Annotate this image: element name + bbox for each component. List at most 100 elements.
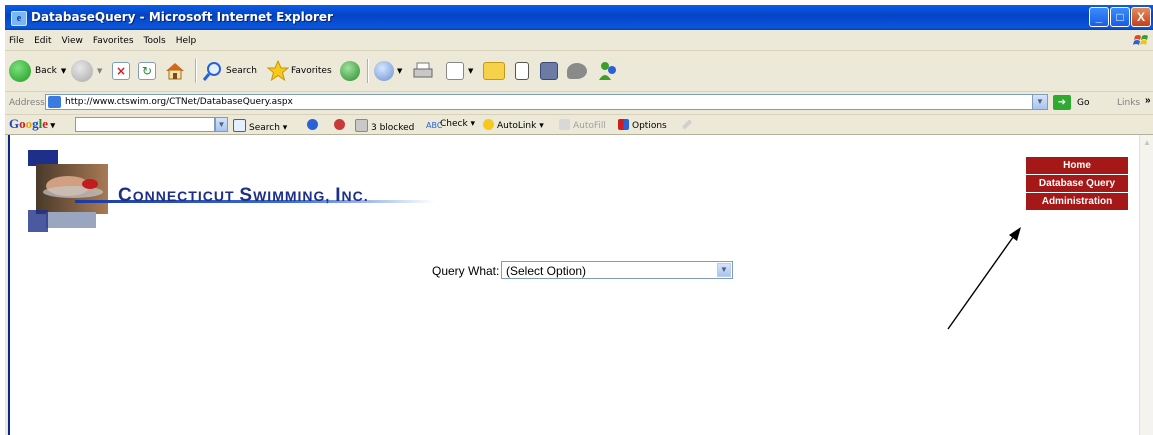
folder-icon: [483, 62, 505, 80]
maximize-button[interactable]: □: [1110, 7, 1130, 27]
mail-button[interactable]: ▼: [374, 59, 402, 83]
favorites-label: Favorites: [291, 66, 332, 76]
google-logo[interactable]: Google ▾: [9, 116, 55, 132]
printer-icon: [413, 62, 433, 78]
links-label[interactable]: Links: [1117, 98, 1140, 108]
address-input[interactable]: http://www.ctswim.org/CTNet/DatabaseQuer…: [45, 94, 1048, 110]
standard-toolbar: Back ▼ ▼ × ↻ Search Favorites ▼ ▼: [5, 51, 1153, 92]
home-button[interactable]: [164, 59, 186, 83]
check-label: Check: [440, 119, 468, 129]
spell-check-button[interactable]: ABCCheck ▾: [426, 119, 475, 132]
tools-button[interactable]: [540, 59, 558, 83]
favorites-button[interactable]: Favorites: [267, 59, 332, 83]
back-label: Back: [35, 66, 57, 76]
pagerank-icon: [307, 119, 318, 130]
menu-file[interactable]: File: [5, 32, 29, 46]
spellcheck-icon: ABC: [426, 121, 443, 130]
toolbar-separator: [367, 59, 369, 83]
options-label: Options: [632, 121, 667, 131]
annotation-arrow: [947, 227, 1021, 330]
research-button[interactable]: [515, 59, 529, 83]
google-pagerank-button[interactable]: [307, 119, 321, 131]
go-button[interactable]: ➜: [1053, 95, 1071, 110]
document-icon: [515, 62, 529, 80]
autolink-label: AutoLink: [497, 121, 537, 131]
menu-view[interactable]: View: [57, 32, 88, 46]
autolink-icon: [483, 119, 494, 130]
go-label[interactable]: Go: [1077, 98, 1089, 108]
print-button[interactable]: [412, 59, 434, 83]
tools-icon: [540, 62, 558, 80]
folder-button[interactable]: [483, 59, 505, 83]
edit-page-icon: [446, 62, 464, 80]
pencil-icon: [681, 119, 693, 130]
scroll-up-icon[interactable]: ▲: [1141, 137, 1153, 149]
history-icon: [340, 61, 360, 81]
address-label: Address: [9, 98, 45, 108]
google-search-label: Search: [249, 123, 280, 133]
refresh-icon: ↻: [138, 62, 156, 80]
refresh-button[interactable]: ↻: [138, 59, 156, 83]
search-button[interactable]: Search: [202, 59, 257, 83]
chevron-down-icon: ▼: [60, 67, 67, 75]
messenger-button[interactable]: [597, 59, 619, 83]
blocked-label: 3 blocked: [371, 123, 415, 133]
back-arrow-icon: [9, 60, 31, 82]
blocked-count-button[interactable]: 3 blocked: [355, 119, 414, 133]
messenger-buddy-icon: [599, 62, 616, 80]
google-search-input[interactable]: [75, 117, 215, 132]
search-label: Search: [226, 66, 257, 76]
window-title: DatabaseQuery - Microsoft Internet Explo…: [31, 10, 333, 24]
popup-blocker-button[interactable]: [334, 119, 348, 131]
options-button[interactable]: Options: [618, 119, 667, 131]
favorites-star-icon: [267, 60, 289, 82]
menu-help[interactable]: Help: [171, 32, 202, 46]
history-button[interactable]: [340, 59, 360, 83]
popup-blocker-icon: [334, 119, 345, 130]
go-arrow-icon: ➜: [1057, 97, 1067, 108]
page-icon: [48, 96, 61, 108]
back-button[interactable]: Back ▼: [9, 59, 66, 83]
forward-button[interactable]: ▼: [71, 59, 102, 83]
toolbar-separator: [195, 59, 197, 83]
autofill-button: AutoFill: [559, 119, 606, 131]
stop-button[interactable]: ×: [112, 59, 130, 83]
options-icon: [618, 119, 629, 130]
chevron-down-icon[interactable]: ▼: [1032, 95, 1047, 109]
stop-icon: ×: [112, 62, 130, 80]
ie-icon: e: [11, 11, 27, 26]
page-viewport: CONNECTICUT SWIMMING, INC. Home Database…: [8, 135, 1139, 435]
minimize-button[interactable]: _: [1089, 7, 1109, 27]
blocked-icon: [355, 119, 368, 132]
menu-favorites[interactable]: Favorites: [88, 32, 139, 46]
address-bar: Address http://www.ctswim.org/CTNet/Data…: [5, 92, 1153, 115]
address-url[interactable]: http://www.ctswim.org/CTNet/DatabaseQuer…: [65, 97, 293, 107]
browser-window: e DatabaseQuery - Microsoft Internet Exp…: [5, 5, 1153, 435]
autolink-button[interactable]: AutoLink ▾: [483, 119, 544, 131]
chevron-down-icon: ▼: [468, 67, 474, 75]
title-bar: e DatabaseQuery - Microsoft Internet Exp…: [5, 5, 1153, 30]
mail-icon: [374, 61, 394, 81]
edit-button[interactable]: ▼: [446, 59, 473, 83]
close-button[interactable]: X: [1131, 7, 1151, 27]
menu-edit[interactable]: Edit: [29, 32, 56, 46]
menu-tools[interactable]: Tools: [139, 32, 171, 46]
autofill-label: AutoFill: [573, 121, 606, 131]
home-icon: [166, 63, 184, 80]
chevron-down-icon: ▼: [97, 67, 103, 75]
google-search-button[interactable]: Search ▾: [233, 119, 287, 133]
google-g-icon: [233, 119, 246, 132]
windows-flag-icon: [1133, 35, 1148, 45]
messenger-chat-button[interactable]: [567, 59, 587, 83]
google-toolbar: Google ▾ ▼ Search ▾ 3 blocked ABCCheck ▾…: [5, 115, 1153, 135]
chat-bubble-icon: [567, 63, 587, 79]
menu-bar: File Edit View Favorites Tools Help: [5, 30, 1153, 51]
highlight-button[interactable]: [681, 119, 693, 131]
chevron-right-icon[interactable]: »: [1145, 95, 1151, 106]
forward-arrow-icon: [71, 60, 93, 82]
autofill-icon: [559, 119, 570, 130]
chevron-down-icon: ▼: [397, 67, 403, 75]
chevron-down-icon[interactable]: ▼: [215, 117, 228, 132]
vertical-scrollbar[interactable]: ▲: [1139, 135, 1153, 435]
search-icon: [202, 62, 221, 81]
